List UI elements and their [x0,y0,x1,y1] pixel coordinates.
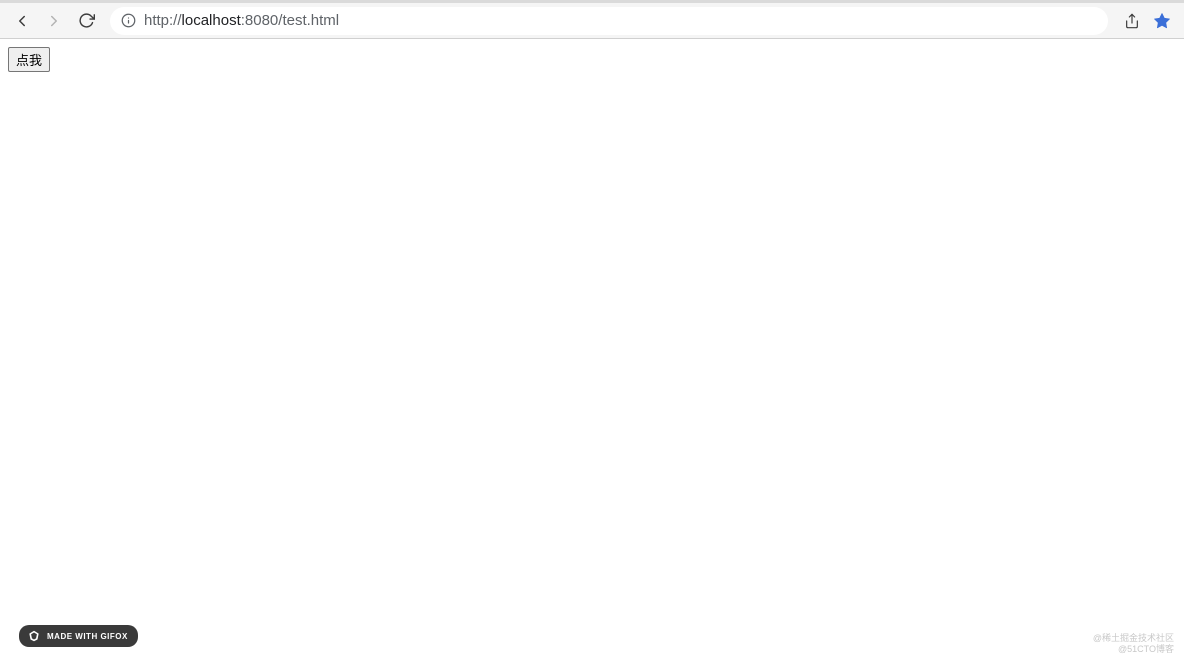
url-text: http://localhost:8080/test.html [144,12,339,29]
back-button[interactable] [8,7,36,35]
share-icon [1124,13,1140,29]
share-button[interactable] [1118,7,1146,35]
watermark: @稀土掘金技术社区 @51CTO博客 [1093,633,1174,656]
back-icon [13,12,31,30]
toolbar-right [1118,7,1176,35]
forward-button[interactable] [40,7,68,35]
browser-toolbar: http://localhost:8080/test.html [0,0,1184,38]
forward-icon [45,12,63,30]
watermark-line1: @稀土掘金技术社区 [1093,633,1174,645]
gifox-badge[interactable]: MADE WITH GIFOX [19,625,138,647]
info-icon [121,13,136,28]
click-me-button[interactable]: 点我 [8,47,50,72]
reload-icon [78,12,95,29]
bookmark-star-icon [1153,12,1171,30]
gifox-badge-label: MADE WITH GIFOX [47,632,128,641]
bookmark-button[interactable] [1148,7,1176,35]
address-bar[interactable]: http://localhost:8080/test.html [110,7,1108,35]
gifox-fox-icon [27,629,41,643]
watermark-line2: @51CTO博客 [1093,644,1174,656]
reload-button[interactable] [72,7,100,35]
site-info-button[interactable] [120,13,136,29]
page-viewport: 点我 [0,39,1184,80]
